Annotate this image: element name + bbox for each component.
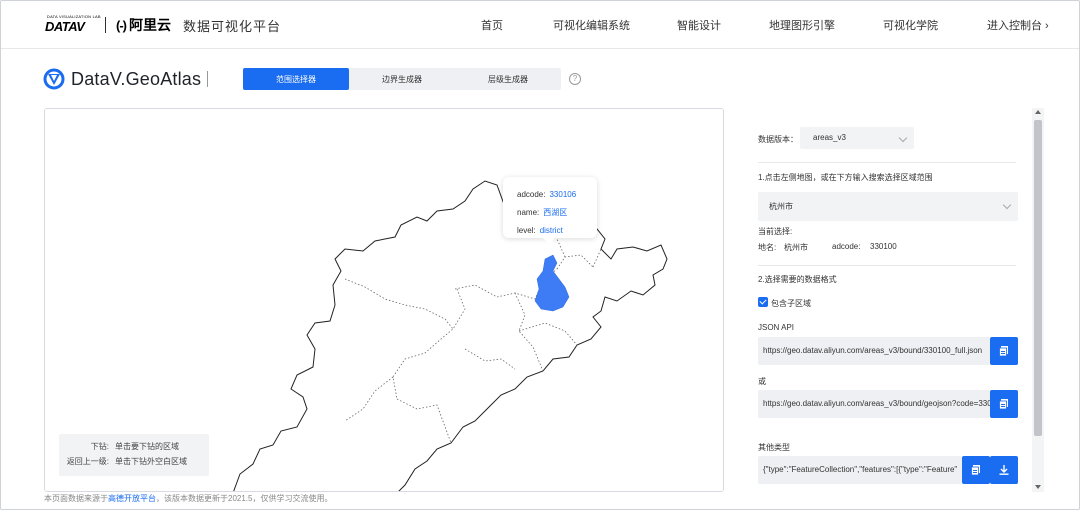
map-panel[interactable]: adcode: 330106 name: 西湖区 level: district 下钻…: [44, 108, 724, 492]
region-select-value: 杭州市: [769, 202, 793, 211]
copy-icon: [999, 399, 1008, 410]
tab-boundary-generator[interactable]: 边界生成器: [349, 68, 455, 90]
adcode-value: 330100: [870, 242, 897, 251]
version-select[interactable]: areas_v3: [800, 127, 914, 149]
divider: [758, 162, 1016, 163]
scroll-thumb[interactable]: [1034, 120, 1042, 436]
copy-url-button[interactable]: [990, 337, 1018, 365]
note-suffix: ，该版本数据更新于2021.5，仅供学习交流使用。: [156, 494, 333, 503]
note-prefix: 本页面数据来源于: [44, 494, 108, 503]
tooltip-name-value: 西湖区: [543, 208, 568, 217]
map-hint: 下钻: 单击要下钻的区域 返回上一级: 单击下钻外空白区域: [59, 434, 209, 476]
sub-header: DataV.GeoAtlas 范围选择器 边界生成器 层级生成器 ?: [1, 49, 1079, 107]
nav-academy[interactable]: 可视化学院: [883, 17, 938, 33]
geojson-text-field[interactable]: {"type":"FeatureCollection","features":[…: [758, 456, 962, 484]
scroll-down-icon[interactable]: [1035, 485, 1041, 489]
download-geojson-button[interactable]: [990, 456, 1018, 484]
copy-icon: [999, 346, 1008, 357]
json-api-url-field[interactable]: https://geo.datav.aliyun.com/areas_v3/bo…: [758, 337, 990, 365]
region-search-select[interactable]: 杭州市: [758, 192, 1018, 221]
tab-range-selector[interactable]: 范围选择器: [243, 68, 349, 90]
data-source-note: 本页面数据来源于高德开放平台，该版本数据更新于2021.5，仅供学习交流使用。: [44, 493, 332, 504]
tab-level-generator[interactable]: 层级生成器: [455, 68, 561, 90]
tooltip-adcode-value: 330106: [549, 190, 577, 199]
include-subregion-checkbox[interactable]: [758, 297, 768, 307]
version-label: 数据版本：: [758, 135, 798, 144]
or-label: 或: [758, 377, 766, 386]
hint-drill-key: 下钻:: [90, 442, 109, 451]
product-title: DataV.GeoAtlas: [71, 68, 202, 89]
top-navigation: DATA VISUALIZATION LAB DATAV (-) 阿里云 数据可…: [1, 1, 1079, 49]
main-nav: 首页 可视化编辑系统 智能设计 地理图形引擎 可视化学院 进入控制台 ›: [1, 1, 1079, 49]
download-icon: [999, 465, 1009, 475]
copy-url-button-2[interactable]: [990, 390, 1018, 418]
copy-geojson-button[interactable]: [962, 456, 990, 484]
nav-editor[interactable]: 可视化编辑系统: [553, 17, 630, 33]
tooltip-adcode-key: adcode:: [517, 190, 546, 199]
nav-geo-engine[interactable]: 地理图形引擎: [769, 17, 835, 33]
hint-back-text: 单击下钻外空白区域: [115, 457, 187, 466]
nav-console[interactable]: 进入控制台 ›: [987, 17, 1049, 33]
chevron-down-icon: [898, 133, 908, 143]
chevron-down-icon: [1002, 200, 1012, 210]
current-selection-label: 当前选择:: [758, 227, 793, 236]
hint-back-key: 返回上一级:: [66, 457, 109, 466]
geojson-url-field[interactable]: https://geo.datav.aliyun.com/areas_v3/bo…: [758, 390, 990, 418]
adcode-label: adcode:: [832, 242, 861, 251]
tooltip-level-value: district: [539, 226, 563, 235]
tooltip-level-key: level:: [517, 226, 536, 235]
app-window: DATA VISUALIZATION LAB DATAV (-) 阿里云 数据可…: [0, 0, 1080, 510]
version-value: areas_v3: [813, 133, 846, 142]
settings-panel: 数据版本： areas_v3 1.点击左侧地图，或在下方输入搜索选择区域范围 杭…: [744, 108, 1030, 492]
place-name-label: 地名:: [758, 243, 777, 252]
scroll-up-icon[interactable]: [1035, 110, 1041, 114]
json-api-label: JSON API: [758, 323, 795, 332]
panel-scrollbar[interactable]: [1032, 108, 1044, 492]
divider: [758, 265, 1016, 266]
title-divider: [207, 71, 209, 87]
other-types-label: 其他类型: [758, 443, 790, 452]
step2-label: 2.选择需要的数据格式: [758, 275, 837, 284]
geoatlas-logo[interactable]: DataV.GeoAtlas: [43, 68, 209, 90]
hint-drill-text: 单击要下钻的区域: [115, 442, 179, 451]
tooltip-name-key: name:: [517, 208, 540, 217]
amap-link[interactable]: 高德开放平台: [108, 494, 156, 503]
geoatlas-mark-icon: [43, 68, 65, 90]
help-icon[interactable]: ?: [569, 73, 581, 85]
nav-smart-design[interactable]: 智能设计: [677, 17, 721, 33]
place-name-value: 杭州市: [784, 243, 808, 252]
district-tooltip: adcode: 330106 name: 西湖区 level: district: [503, 177, 597, 244]
step1-label: 1.点击左侧地图，或在下方输入搜索选择区域范围: [758, 173, 933, 182]
nav-home[interactable]: 首页: [481, 17, 503, 33]
map-city-outline[interactable]: [233, 180, 668, 492]
tool-tabs: 范围选择器 边界生成器 层级生成器: [243, 68, 561, 90]
include-subregion-label: 包含子区域: [771, 299, 811, 308]
copy-icon: [971, 465, 980, 476]
